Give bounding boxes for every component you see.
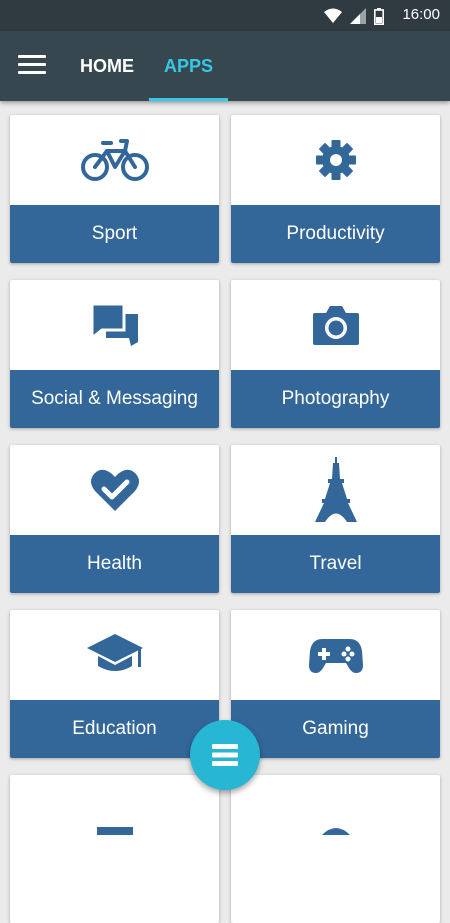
fab-menu-button[interactable] (190, 720, 260, 790)
category-card-productivity[interactable]: Productivity (231, 115, 440, 263)
category-card-health[interactable]: Health (10, 445, 219, 593)
category-card-sport[interactable]: Sport (10, 115, 219, 263)
category-label: Sport (10, 205, 219, 263)
category-label: Productivity (231, 205, 440, 263)
status-time: 16:00 (402, 6, 440, 23)
category-card-travel[interactable]: Travel (231, 445, 440, 593)
category-card-education[interactable]: Education (10, 610, 219, 758)
camera-icon (312, 306, 359, 345)
gamepad-icon (308, 639, 363, 673)
menu-icon[interactable] (18, 55, 46, 77)
partial-icon (96, 827, 133, 835)
list-icon (212, 744, 238, 766)
battery-icon (374, 7, 384, 25)
eiffel-tower-icon (314, 457, 357, 522)
category-card-social-messaging[interactable]: Social & Messaging (10, 280, 219, 428)
status-icons (324, 6, 384, 26)
tab-apps-label: APPS (163, 56, 214, 76)
chat-icon (90, 302, 138, 346)
category-card-gaming[interactable]: Gaming (231, 610, 440, 758)
category-label: Travel (231, 535, 440, 593)
heart-check-icon (90, 469, 139, 511)
partial-icon (321, 828, 350, 835)
tab-apps[interactable]: APPS (149, 31, 228, 101)
category-card-partial[interactable] (231, 775, 440, 923)
wifi-icon (324, 8, 342, 23)
category-label: Photography (231, 370, 440, 428)
category-label: Gaming (231, 700, 440, 758)
cell-signal-icon (350, 8, 366, 24)
tab-indicator (149, 98, 228, 101)
status-bar: 16:00 (0, 0, 450, 31)
category-card-photography[interactable]: Photography (231, 280, 440, 428)
category-label: Social & Messaging (10, 370, 219, 428)
graduation-cap-icon (86, 634, 143, 671)
app-bar: HOME APPS (0, 31, 450, 101)
tab-home[interactable]: HOME (80, 31, 134, 101)
bicycle-icon (80, 139, 149, 181)
gear-icon (315, 140, 356, 180)
category-label: Education (10, 700, 219, 758)
category-card-partial[interactable] (10, 775, 219, 923)
category-label: Health (10, 535, 219, 593)
